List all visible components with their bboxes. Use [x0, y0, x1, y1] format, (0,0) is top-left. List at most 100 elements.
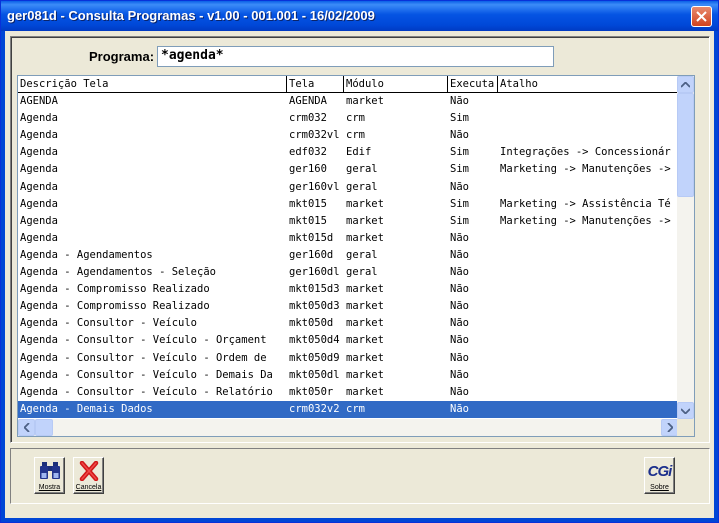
cell-tela: ger160dl — [289, 266, 340, 278]
cell-atalho: Marketing -> Manutenções -> — [500, 163, 671, 176]
table-row[interactable]: Agenda - Agendamentos - Seleção ger160dl g… — [18, 264, 678, 281]
table-row[interactable]: Agenda crm032vl crm Não — [18, 127, 678, 144]
column-header-descricao[interactable]: Descrição Tela — [18, 76, 287, 93]
cell-modulo: geral — [346, 180, 378, 193]
cell-tela: mkt015 — [289, 214, 327, 227]
cell-executa: Não — [450, 368, 469, 381]
cell-executa: Sim — [450, 112, 469, 125]
sobre-label: Sobre — [650, 484, 669, 491]
cell-descricao: Agenda - Consultor - Veículo - Orçament — [20, 334, 267, 347]
cell-tela: AGENDA — [289, 95, 327, 107]
table-row[interactable]: Agenda edf032 Edif Sim Integrações -> Conces… — [18, 144, 678, 161]
cell-executa: Não — [450, 351, 469, 364]
table-row[interactable]: Agenda ger160vl geral Não — [18, 179, 678, 196]
cell-tela: mkt050d — [289, 317, 334, 330]
title-bar[interactable]: ger081d - Consulta Programas - v1.00 - 0… — [1, 1, 718, 31]
arrow-up-icon — [681, 81, 690, 88]
vertical-scroll-thumb[interactable] — [677, 93, 694, 197]
table-row[interactable]: Agenda ger160 geral Sim Marketing -> Manuten… — [18, 161, 678, 178]
column-header-executa[interactable]: Executa — [448, 76, 498, 93]
cell-descricao: Agenda - Agendamentos — [20, 248, 153, 261]
cell-executa: Não — [450, 385, 469, 398]
table-row[interactable]: AGENDA AGENDA market Não — [18, 93, 678, 110]
horizontal-scroll-thumb[interactable] — [35, 419, 53, 436]
table-row[interactable]: Agenda - Consultor - Veículo - Relatório… — [18, 384, 678, 401]
cancel-x-icon — [77, 461, 101, 481]
scroll-up-button[interactable] — [677, 76, 694, 93]
cell-modulo: crm — [346, 129, 365, 142]
programs-grid[interactable]: Descrição Tela Tela Módulo Executa Atalh… — [17, 75, 695, 437]
cell-executa: Sim — [450, 214, 469, 227]
cell-tela: ger160vl — [289, 180, 340, 193]
cell-modulo: market — [346, 197, 384, 210]
column-header-tela[interactable]: Tela — [287, 76, 344, 93]
table-row[interactable]: Agenda - Consultor - Veículo - Ordem de m… — [18, 350, 678, 367]
scroll-right-button[interactable] — [661, 419, 678, 436]
cell-descricao: Agenda - Compromisso Realizado — [20, 300, 210, 313]
column-header-atalho[interactable]: Atalho — [498, 76, 678, 93]
vertical-scrollbar[interactable] — [677, 76, 694, 419]
cell-modulo: market — [346, 95, 384, 107]
table-row[interactable]: Agenda - Compromisso Realizado mkt015d3 ma… — [18, 281, 678, 298]
cell-descricao: Agenda - Consultor - Veículo — [20, 317, 198, 330]
cell-descricao: Agenda - Agendamentos - Seleção — [20, 266, 216, 278]
cell-descricao: Agenda - Demais Dados — [20, 402, 153, 415]
mostra-button[interactable]: Mostra — [34, 457, 65, 494]
cell-modulo: market — [346, 368, 384, 381]
cell-tela: crm032v2 — [289, 402, 340, 415]
table-row[interactable]: Agenda mkt015d market Não — [18, 230, 678, 247]
close-button[interactable] — [691, 6, 712, 27]
table-row[interactable]: Agenda crm032 crm Sim — [18, 110, 678, 127]
cell-descricao: Agenda — [20, 146, 58, 159]
cell-executa: Não — [450, 283, 469, 296]
cell-tela: mkt050d9 — [289, 351, 340, 364]
scrollbar-corner — [677, 419, 694, 436]
cell-executa: Sim — [450, 163, 469, 176]
scroll-left-button[interactable] — [18, 419, 35, 436]
cell-executa: Não — [450, 129, 469, 142]
window-border-left — [1, 31, 5, 520]
cell-tela: mkt050dl — [289, 368, 340, 381]
cell-executa: Não — [450, 402, 469, 415]
table-row[interactable]: Agenda - Agendamentos ger160d geral Não — [18, 247, 678, 264]
table-row[interactable]: Agenda mkt015 market Sim Marketing -> Manute… — [18, 213, 678, 230]
table-row[interactable]: Agenda - Consultor - Veículo mkt050d marke… — [18, 315, 678, 332]
cell-tela: mkt050d4 — [289, 334, 340, 347]
table-row[interactable]: Agenda - Compromisso Realizado mkt050d3 ma… — [18, 298, 678, 315]
cell-executa: Não — [450, 334, 469, 347]
programa-input[interactable]: *agenda* — [157, 46, 554, 67]
cell-tela: mkt015 — [289, 197, 327, 210]
cell-descricao: Agenda — [20, 231, 58, 244]
column-header-modulo[interactable]: Módulo — [344, 76, 448, 93]
cell-descricao: Agenda - Consultor - Veículo - Ordem de — [20, 351, 267, 364]
cell-atalho: Marketing -> Manutenções -> — [500, 214, 671, 227]
cell-modulo: market — [346, 283, 384, 296]
toolbar-panel — [10, 448, 710, 504]
table-row[interactable]: Agenda - Consultor - Veículo - Demais Da… — [18, 367, 678, 384]
cell-modulo: market — [346, 317, 384, 330]
programa-label: Programa: — [89, 49, 155, 64]
cell-tela: mkt015d — [289, 231, 334, 244]
table-row[interactable]: Agenda - Consultor - Veículo - Orçament m… — [18, 332, 678, 349]
sobre-button[interactable]: CGi Sobre — [644, 457, 675, 494]
cell-modulo: market — [346, 351, 384, 364]
cell-atalho: Integrações -> Concessionár — [500, 146, 671, 159]
cell-descricao: Agenda — [20, 180, 58, 193]
horizontal-scrollbar[interactable] — [18, 419, 678, 436]
cell-descricao: Agenda — [20, 214, 58, 227]
cell-tela: edf032 — [289, 146, 327, 159]
cell-descricao: Agenda - Compromisso Realizado — [20, 283, 210, 296]
cell-executa: Sim — [450, 146, 469, 159]
cell-executa: Não — [450, 248, 469, 261]
cell-descricao: Agenda — [20, 129, 58, 142]
table-row[interactable]: Agenda mkt015 market Sim Marketing -> Assist… — [18, 196, 678, 213]
scroll-down-button[interactable] — [677, 402, 694, 419]
cell-atalho: Marketing -> Assistência Té — [500, 197, 671, 210]
arrow-right-icon — [666, 423, 673, 432]
arrow-left-icon — [23, 423, 30, 432]
table-row[interactable]: Agenda - Demais Dados crm032v2 crm Não — [18, 400, 678, 418]
cell-modulo: geral — [346, 163, 378, 176]
cancela-button[interactable]: Cancela — [73, 457, 104, 494]
cell-executa: Não — [450, 317, 469, 330]
cell-descricao: AGENDA — [20, 95, 58, 107]
